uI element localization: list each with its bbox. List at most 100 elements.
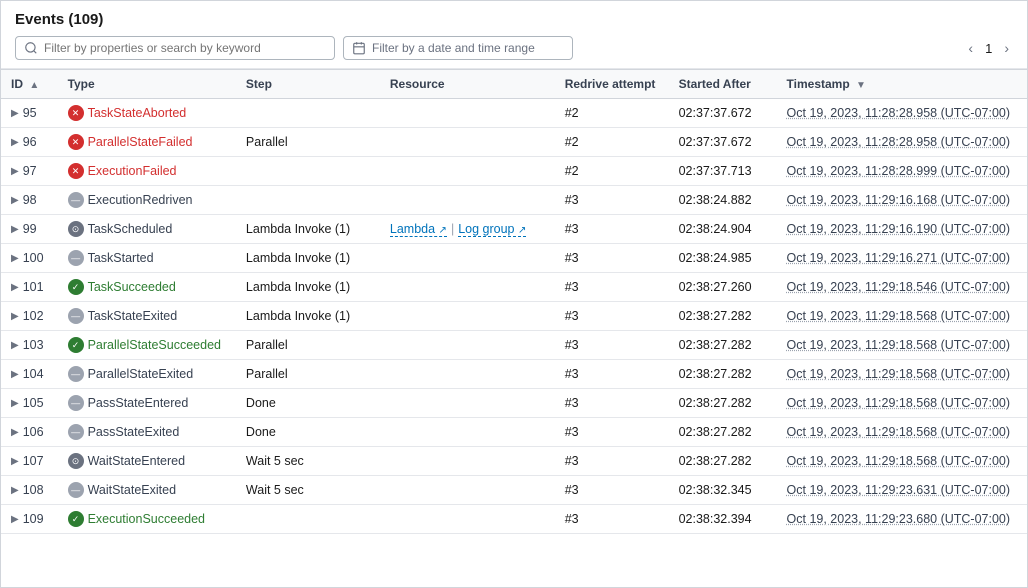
step-value: Lambda Invoke (1) [246, 222, 350, 236]
timestamp-value: Oct 19, 2023, 11:29:16.168 (UTC-07:00) [787, 193, 1011, 207]
redrive-value: #2 [565, 135, 579, 149]
table-row: ▶106—PassStateExitedDone#302:38:27.282Oc… [1, 418, 1027, 447]
cell-resource [380, 273, 555, 302]
cell-started: 02:38:27.282 [669, 360, 777, 389]
status-icon: ✕ [68, 134, 84, 150]
expand-button[interactable]: ▶ [11, 311, 23, 322]
timestamp-value: Oct 19, 2023, 11:29:18.568 (UTC-07:00) [787, 454, 1011, 468]
table-row: ▶109✓ExecutionSucceeded#302:38:32.394Oct… [1, 505, 1027, 534]
step-value: Lambda Invoke (1) [246, 309, 350, 323]
expand-button[interactable]: ▶ [11, 514, 23, 525]
expand-button[interactable]: ▶ [11, 282, 23, 293]
redrive-value: #3 [565, 483, 579, 497]
search-input[interactable] [44, 41, 326, 55]
search-icon [24, 41, 38, 55]
status-icon: — [68, 366, 84, 382]
expand-button[interactable]: ▶ [11, 398, 23, 409]
col-header-id[interactable]: ID ▲ [1, 70, 58, 99]
timestamp-value: Oct 19, 2023, 11:29:23.680 (UTC-07:00) [787, 512, 1011, 526]
started-value: 02:38:32.394 [679, 512, 752, 526]
cell-id: ▶102 [1, 302, 58, 331]
expand-button[interactable]: ▶ [11, 253, 23, 264]
started-value: 02:38:24.985 [679, 251, 752, 265]
started-value: 02:38:24.882 [679, 193, 752, 207]
next-page-button[interactable]: › [1000, 38, 1013, 58]
sort-icon-id: ▲ [29, 80, 39, 91]
cell-step: Parallel [236, 128, 380, 157]
lambda-link[interactable]: Lambda ↗ [390, 222, 447, 237]
table-row: ▶100—TaskStartedLambda Invoke (1)#302:38… [1, 244, 1027, 273]
cell-type: —PassStateEntered [58, 389, 236, 418]
expand-button[interactable]: ▶ [11, 224, 23, 235]
cell-type: ✓ExecutionSucceeded [58, 505, 236, 534]
cell-id: ▶107 [1, 447, 58, 476]
cell-started: 02:38:32.345 [669, 476, 777, 505]
cell-started: 02:38:27.282 [669, 389, 777, 418]
step-value: Lambda Invoke (1) [246, 280, 350, 294]
cell-resource [380, 505, 555, 534]
step-value: Done [246, 396, 276, 410]
event-count: (109) [68, 11, 103, 28]
redrive-value: #3 [565, 454, 579, 468]
expand-button[interactable]: ▶ [11, 427, 23, 438]
table-header: ID ▲ Type Step Resource Redrive attempt … [1, 70, 1027, 99]
cell-redrive: #2 [555, 99, 669, 128]
event-type: TaskScheduled [88, 222, 173, 236]
col-header-timestamp[interactable]: Timestamp ▼ [777, 70, 1027, 99]
event-id: 103 [23, 338, 44, 352]
table-row: ▶102—TaskStateExitedLambda Invoke (1)#30… [1, 302, 1027, 331]
cell-step [236, 157, 380, 186]
cell-resource [380, 244, 555, 273]
expand-button[interactable]: ▶ [11, 108, 23, 119]
cell-started: 02:38:32.394 [669, 505, 777, 534]
expand-button[interactable]: ▶ [11, 369, 23, 380]
expand-button[interactable]: ▶ [11, 340, 23, 351]
event-id: 105 [23, 396, 44, 410]
redrive-value: #3 [565, 280, 579, 294]
cell-step: Done [236, 389, 380, 418]
started-value: 02:38:27.260 [679, 280, 752, 294]
cell-step [236, 99, 380, 128]
event-id: 100 [23, 251, 44, 265]
event-type: TaskStateExited [88, 309, 178, 323]
cell-timestamp: Oct 19, 2023, 11:29:18.568 (UTC-07:00) [777, 389, 1027, 418]
cell-started: 02:38:27.260 [669, 273, 777, 302]
expand-button[interactable]: ▶ [11, 456, 23, 467]
page-header: Events (109) Filter by a date and time r… [1, 1, 1027, 69]
redrive-value: #3 [565, 425, 579, 439]
event-id: 97 [23, 164, 37, 178]
prev-page-button[interactable]: ‹ [964, 38, 977, 58]
cell-timestamp: Oct 19, 2023, 11:29:18.568 (UTC-07:00) [777, 360, 1027, 389]
log-group-link[interactable]: Log group ↗ [458, 222, 526, 237]
table-row: ▶98—ExecutionRedriven#302:38:24.882Oct 1… [1, 186, 1027, 215]
table-row: ▶99⊙TaskScheduledLambda Invoke (1)Lambda… [1, 215, 1027, 244]
cell-redrive: #3 [555, 331, 669, 360]
cell-timestamp: Oct 19, 2023, 11:29:18.546 (UTC-07:00) [777, 273, 1027, 302]
cell-type: ✕TaskStateAborted [58, 99, 236, 128]
cell-timestamp: Oct 19, 2023, 11:29:18.568 (UTC-07:00) [777, 447, 1027, 476]
event-id: 107 [23, 454, 44, 468]
expand-button[interactable]: ▶ [11, 485, 23, 496]
event-type: ExecutionRedriven [88, 193, 193, 207]
table-row: ▶103✓ParallelStateSucceededParallel#302:… [1, 331, 1027, 360]
cell-type: ✕ExecutionFailed [58, 157, 236, 186]
status-icon: ✕ [68, 163, 84, 179]
started-value: 02:37:37.713 [679, 164, 752, 178]
expand-button[interactable]: ▶ [11, 166, 23, 177]
cell-redrive: #2 [555, 157, 669, 186]
expand-button[interactable]: ▶ [11, 195, 23, 206]
cell-redrive: #3 [555, 360, 669, 389]
cell-redrive: #3 [555, 505, 669, 534]
expand-button[interactable]: ▶ [11, 137, 23, 148]
page-title: Events (109) [15, 11, 1013, 28]
event-id: 95 [23, 106, 37, 120]
events-table: ID ▲ Type Step Resource Redrive attempt … [1, 69, 1027, 534]
cell-timestamp: Oct 19, 2023, 11:28:28.999 (UTC-07:00) [777, 157, 1027, 186]
pagination: ‹ 1 › [964, 38, 1013, 58]
cell-id: ▶96 [1, 128, 58, 157]
event-type: PassStateExited [88, 425, 180, 439]
started-value: 02:37:37.672 [679, 106, 752, 120]
cell-type: —ExecutionRedriven [58, 186, 236, 215]
redrive-value: #3 [565, 512, 579, 526]
toolbar: Filter by a date and time range ‹ 1 › [15, 36, 1013, 60]
